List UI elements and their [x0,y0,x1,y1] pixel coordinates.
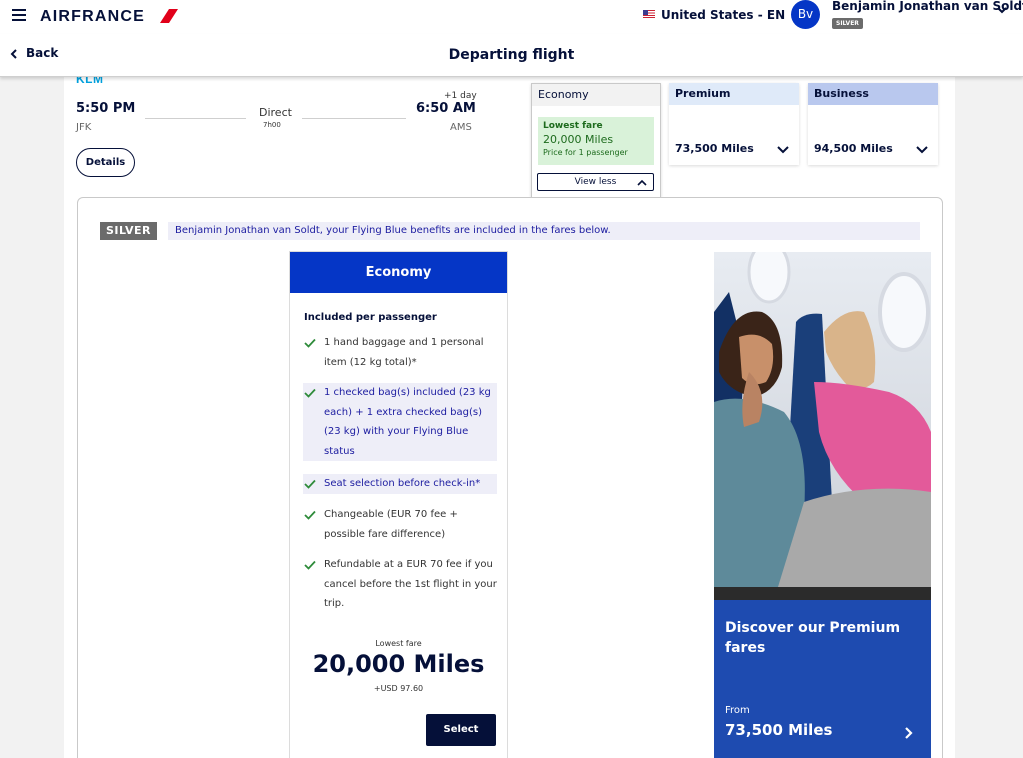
benefit-text: 1 checked bag(s) included (23 kg each) +… [324,387,491,457]
benefit-text: 1 hand baggage and 1 personal item (12 k… [324,337,484,368]
departure-time: 5:50 PM [76,101,136,116]
chevron-down-icon [777,146,789,154]
fare-miles-price: 20,000 Miles [312,650,485,678]
fare-label: Lowest fare [543,121,603,131]
cabin-name: Premium [669,83,799,105]
checkmark-icon [304,388,316,398]
cabin-miles: 94,500 Miles [814,142,893,155]
benefit-text: Refundable at a EUR 70 fee if you cancel… [324,559,497,609]
airfrance-logo[interactable]: AIRFRANCE [40,8,145,26]
arrival-airport: AMS [450,122,472,133]
premium-promo-card[interactable]: Discover our Premium fares From 73,500 M… [714,600,931,758]
benefit-item: Changeable (EUR 70 fee + possible fare d… [303,505,497,544]
locale-label: United States - EN [661,8,786,22]
promo-from-label: From [725,705,750,716]
day-offset: +1 day [444,91,477,101]
departure-airport: JFK [76,122,92,133]
status-message: Benjamin Jonathan van Soldt, your Flying… [168,222,920,240]
checkmark-icon [304,479,316,489]
lowest-fare-box: Lowest fare 20,000 Miles Price for 1 pas… [538,117,654,165]
cabin-card-economy[interactable]: Economy Lowest fare 20,000 Miles Price f… [531,83,661,198]
hamburger-menu-icon[interactable] [12,9,26,23]
chevron-up-icon [637,179,647,186]
cabin-card-premium[interactable]: Premium 73,500 Miles [669,83,799,165]
user-avatar[interactable]: Bv [791,0,820,29]
benefit-item: 1 hand baggage and 1 personal item (12 k… [303,333,497,372]
benefit-text: Changeable (EUR 70 fee + possible fare d… [324,509,458,540]
airfrance-logo-slash-icon [160,9,178,23]
cabin-card-business[interactable]: Business 94,500 Miles [808,83,938,165]
top-navbar: AIRFRANCE United States - EN Bv Benjamin… [0,0,1023,34]
route-line-right [302,118,406,119]
view-less-button[interactable]: View less [537,173,654,191]
view-less-label: View less [574,177,617,187]
fare-surcharge: +USD 97.60 [373,684,424,693]
page-title: Departing flight [448,47,575,63]
chevron-down-icon[interactable] [996,4,1008,16]
cabin-miles: 73,500 Miles [675,142,754,155]
checkmark-icon [304,510,316,520]
benefit-item: Seat selection before check-in* [303,474,497,494]
details-button[interactable]: Details [76,148,135,177]
benefit-item: 1 checked bag(s) included (23 kg each) +… [303,383,497,461]
select-fare-button[interactable]: Select [426,714,496,746]
benefit-text: Seat selection before check-in* [324,478,481,489]
flight-subheader: Back Departing flight [0,34,1023,77]
lowest-fare-label: Lowest fare [375,639,422,648]
checkmark-icon [304,560,316,570]
fare-card-title: Economy [290,252,507,293]
user-tier-badge: SILVER [832,18,863,29]
benefit-item: Refundable at a EUR 70 fee if you cancel… [303,555,497,614]
cabin-name: Economy [532,84,660,106]
price-note: Price for 1 passenger [543,148,628,157]
status-tag: SILVER [100,222,157,240]
promo-photo [714,252,931,600]
user-name[interactable]: Benjamin Jonathan van Soldt [832,0,1023,13]
route-line-left [145,118,246,119]
duration-label: 7h00 [263,121,281,129]
checkmark-icon [304,338,316,348]
cabin-name: Business [808,83,938,105]
locale-selector[interactable]: United States - EN [643,8,785,22]
us-flag-icon [643,10,655,18]
promo-title: Discover our Premium fares [725,620,901,656]
included-title: Included per passenger [304,312,437,323]
chevron-right-icon [905,727,913,739]
promo-miles: 73,500 Miles [725,721,833,739]
chevron-down-icon [916,146,928,154]
stops-label: Direct [259,106,292,119]
fare-miles: 20,000 Miles [543,133,614,146]
arrival-time: 6:50 AM [416,101,476,116]
